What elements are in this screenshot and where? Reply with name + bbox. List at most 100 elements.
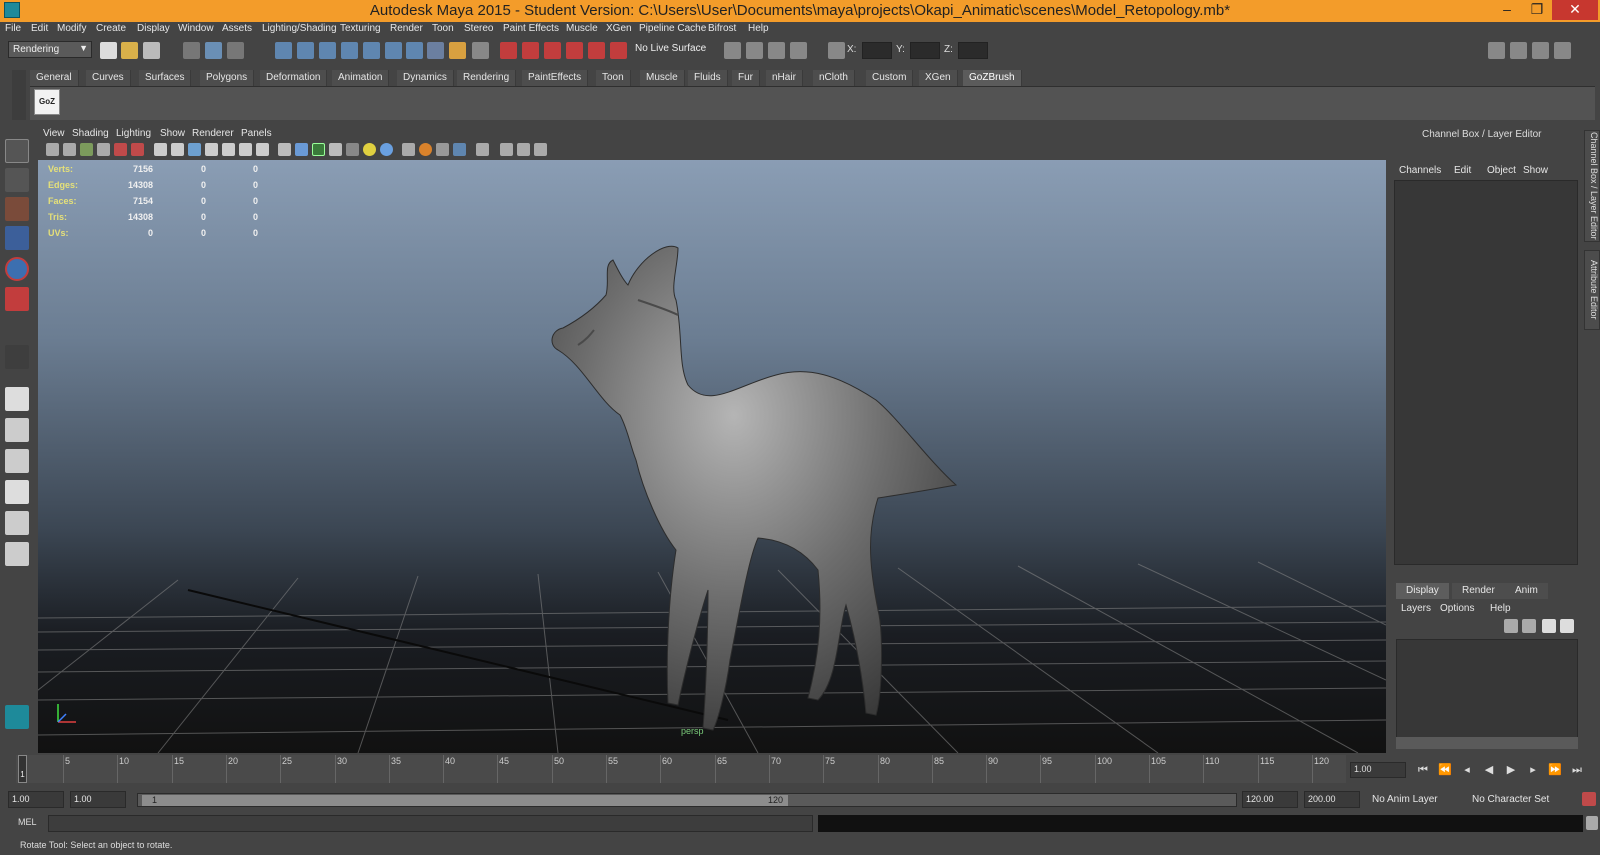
side-tab-channel-box[interactable]: Channel Box / Layer Editor bbox=[1584, 130, 1600, 242]
cb-menu-show[interactable]: Show bbox=[1523, 165, 1548, 176]
select-component-icon[interactable] bbox=[227, 42, 244, 59]
shelf-tab-animation[interactable]: Animation bbox=[332, 70, 390, 86]
paint-select-tool-icon[interactable] bbox=[5, 197, 29, 221]
layout-single-perspective-icon[interactable] bbox=[5, 387, 29, 411]
step-forward-key-icon[interactable]: ▸ bbox=[1526, 763, 1540, 777]
menu-help[interactable]: Help bbox=[748, 23, 769, 34]
cb-menu-object[interactable]: Object bbox=[1487, 165, 1516, 176]
le-menu-options[interactable]: Options bbox=[1440, 603, 1474, 614]
menu-pipeline-cache[interactable]: Pipeline Cache bbox=[639, 23, 706, 34]
menu-paint-effects[interactable]: Paint Effects bbox=[503, 23, 559, 34]
menu-render[interactable]: Render bbox=[390, 23, 423, 34]
use-all-lights-icon[interactable] bbox=[346, 143, 359, 156]
cb-menu-edit[interactable]: Edit bbox=[1454, 165, 1471, 176]
menu-display[interactable]: Display bbox=[137, 23, 170, 34]
layout-outliner-persp-icon[interactable] bbox=[5, 449, 29, 473]
step-back-key-icon[interactable]: ◂ bbox=[1460, 763, 1474, 777]
camera-select-icon[interactable] bbox=[46, 143, 59, 156]
live-surface-magnet-icon[interactable] bbox=[610, 42, 627, 59]
shelf-tab-muscle[interactable]: Muscle bbox=[640, 70, 685, 86]
channel-box-toggle-icon[interactable] bbox=[768, 42, 785, 59]
xray-icon[interactable] bbox=[476, 143, 489, 156]
menu-file[interactable]: File bbox=[5, 23, 21, 34]
menu-set-dropdown[interactable]: Rendering ▼ bbox=[8, 41, 92, 58]
new-layer-selected-icon[interactable] bbox=[1560, 619, 1574, 633]
history-icon[interactable] bbox=[385, 42, 402, 59]
menu-toon[interactable]: Toon bbox=[432, 23, 454, 34]
menu-bifrost[interactable]: Bifrost bbox=[708, 23, 736, 34]
channel-list[interactable] bbox=[1394, 180, 1578, 565]
layer-list[interactable] bbox=[1396, 639, 1578, 739]
snap-grid-icon[interactable] bbox=[275, 42, 292, 59]
gate-mask-icon[interactable] bbox=[205, 143, 218, 156]
animation-prefs-icon[interactable] bbox=[1582, 792, 1596, 806]
ambient-occlusion-icon[interactable] bbox=[380, 143, 393, 156]
lasso-tool-icon[interactable] bbox=[5, 168, 29, 192]
layout-four-view-icon[interactable] bbox=[5, 418, 29, 442]
shelf-tab-dynamics[interactable]: Dynamics bbox=[397, 70, 454, 86]
attribute-editor-toggle-icon[interactable] bbox=[724, 42, 741, 59]
menu-assets[interactable]: Assets bbox=[222, 23, 252, 34]
goz-button[interactable]: GoZ bbox=[34, 89, 60, 115]
shelf-tab-painteffects[interactable]: PaintEffects bbox=[522, 70, 589, 86]
panel-menu-panels[interactable]: Panels bbox=[241, 128, 272, 139]
animation-end-field[interactable]: 200.00 bbox=[1304, 791, 1360, 808]
layer-tab-anim[interactable]: Anim bbox=[1505, 583, 1548, 599]
minimize-button[interactable]: – bbox=[1492, 0, 1522, 20]
bookmarks-icon[interactable] bbox=[80, 143, 93, 156]
new-scene-icon[interactable] bbox=[100, 42, 117, 59]
shelf-tab-nhair[interactable]: nHair bbox=[766, 70, 803, 86]
perspective-view[interactable]: Verts: 7156 0 0 Edges: 14308 0 0 Faces: … bbox=[38, 160, 1386, 753]
snap-view-plane-icon[interactable] bbox=[341, 42, 358, 59]
play-backwards-icon[interactable]: ◀ bbox=[1482, 763, 1496, 777]
range-bar[interactable]: 1 120 bbox=[137, 793, 1237, 807]
shelf-tab-deformation[interactable]: Deformation bbox=[260, 70, 328, 86]
select-hierarchy-icon[interactable] bbox=[183, 42, 200, 59]
depth-of-field-icon[interactable] bbox=[453, 143, 466, 156]
z-input[interactable] bbox=[958, 42, 988, 59]
transform-mode-icon[interactable] bbox=[828, 42, 845, 59]
y-input[interactable] bbox=[910, 42, 940, 59]
field-chart-icon[interactable] bbox=[222, 143, 235, 156]
move-layer-down-icon[interactable] bbox=[1522, 619, 1536, 633]
shelf-tab-ncloth[interactable]: nCloth bbox=[813, 70, 855, 86]
make-live-icon[interactable] bbox=[363, 42, 380, 59]
layer-scrollbar[interactable] bbox=[1396, 737, 1578, 749]
select-tool-icon[interactable] bbox=[5, 139, 29, 163]
xray-joints-icon[interactable] bbox=[500, 143, 513, 156]
shelf-tab-general[interactable]: General bbox=[30, 70, 79, 86]
image-plane-icon[interactable] bbox=[97, 143, 110, 156]
anti-aliasing-icon[interactable] bbox=[436, 143, 449, 156]
ipr-render-icon[interactable] bbox=[522, 42, 539, 59]
render-settings-icon[interactable] bbox=[406, 42, 423, 59]
maximize-button[interactable]: ❐ bbox=[1522, 0, 1552, 20]
time-playhead[interactable]: 1 bbox=[18, 755, 27, 783]
move-tool-icon[interactable] bbox=[5, 226, 29, 250]
x-input[interactable] bbox=[862, 42, 892, 59]
textured-icon[interactable] bbox=[329, 143, 342, 156]
camera-attributes-icon[interactable] bbox=[63, 143, 76, 156]
anim-layer-dropdown[interactable]: No Anim Layer bbox=[1372, 794, 1438, 805]
wireframe-icon[interactable] bbox=[278, 143, 291, 156]
menu-modify[interactable]: Modify bbox=[57, 23, 86, 34]
layer-tab-render[interactable]: Render bbox=[1452, 583, 1505, 599]
menu-texturing[interactable]: Texturing bbox=[340, 23, 381, 34]
layout-icon[interactable] bbox=[1488, 42, 1505, 59]
current-time-field[interactable]: 1.00 bbox=[1350, 762, 1406, 778]
shelf-tab-custom[interactable]: Custom bbox=[866, 70, 914, 86]
lock-icon[interactable] bbox=[449, 42, 466, 59]
playback-start-field[interactable]: 1.00 bbox=[70, 791, 126, 808]
xray-active-icon[interactable] bbox=[517, 143, 530, 156]
tool-settings-icon[interactable] bbox=[746, 42, 763, 59]
new-layer-icon[interactable] bbox=[1542, 619, 1556, 633]
animation-start-field[interactable]: 1.00 bbox=[8, 791, 64, 808]
script-editor-icon[interactable] bbox=[1586, 816, 1598, 830]
grease-pencil-icon[interactable] bbox=[131, 143, 144, 156]
panel-menu-show[interactable]: Show bbox=[160, 128, 185, 139]
modeling-toolkit-icon[interactable] bbox=[790, 42, 807, 59]
play-forwards-icon[interactable]: ▶ bbox=[1504, 763, 1518, 777]
snap-curve-icon[interactable] bbox=[297, 42, 314, 59]
safe-action-icon[interactable] bbox=[239, 143, 252, 156]
shelf-tab-xgen[interactable]: XGen bbox=[919, 70, 958, 86]
shelf-tab-gozbrush[interactable]: GoZBrush bbox=[963, 70, 1022, 86]
